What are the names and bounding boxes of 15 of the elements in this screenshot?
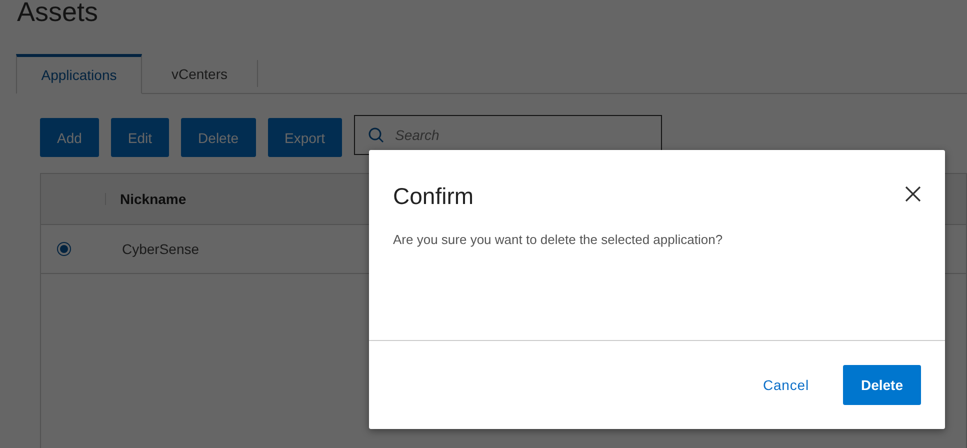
page-title: Assets <box>17 0 100 28</box>
cancel-button[interactable]: Cancel <box>762 365 809 405</box>
radio-button[interactable] <box>57 242 71 256</box>
delete-button[interactable]: Delete <box>842 365 921 405</box>
dialog-message: Are you sure you want to delete the selected application? <box>393 232 723 247</box>
toolbar-button[interactable]: Edit <box>110 118 170 157</box>
column-header: Nickname <box>120 191 186 207</box>
toolbar-button[interactable]: Delete <box>181 118 256 157</box>
table-cell: CyberSense <box>122 241 200 257</box>
tab[interactable]: Applications <box>16 54 142 94</box>
toolbar-button[interactable]: Add <box>40 118 99 157</box>
tab[interactable]: vCenters <box>142 60 258 87</box>
dialog-title: Confirm <box>393 183 474 210</box>
toolbar-button[interactable]: Export <box>268 118 342 157</box>
close-icon[interactable] <box>905 186 921 202</box>
